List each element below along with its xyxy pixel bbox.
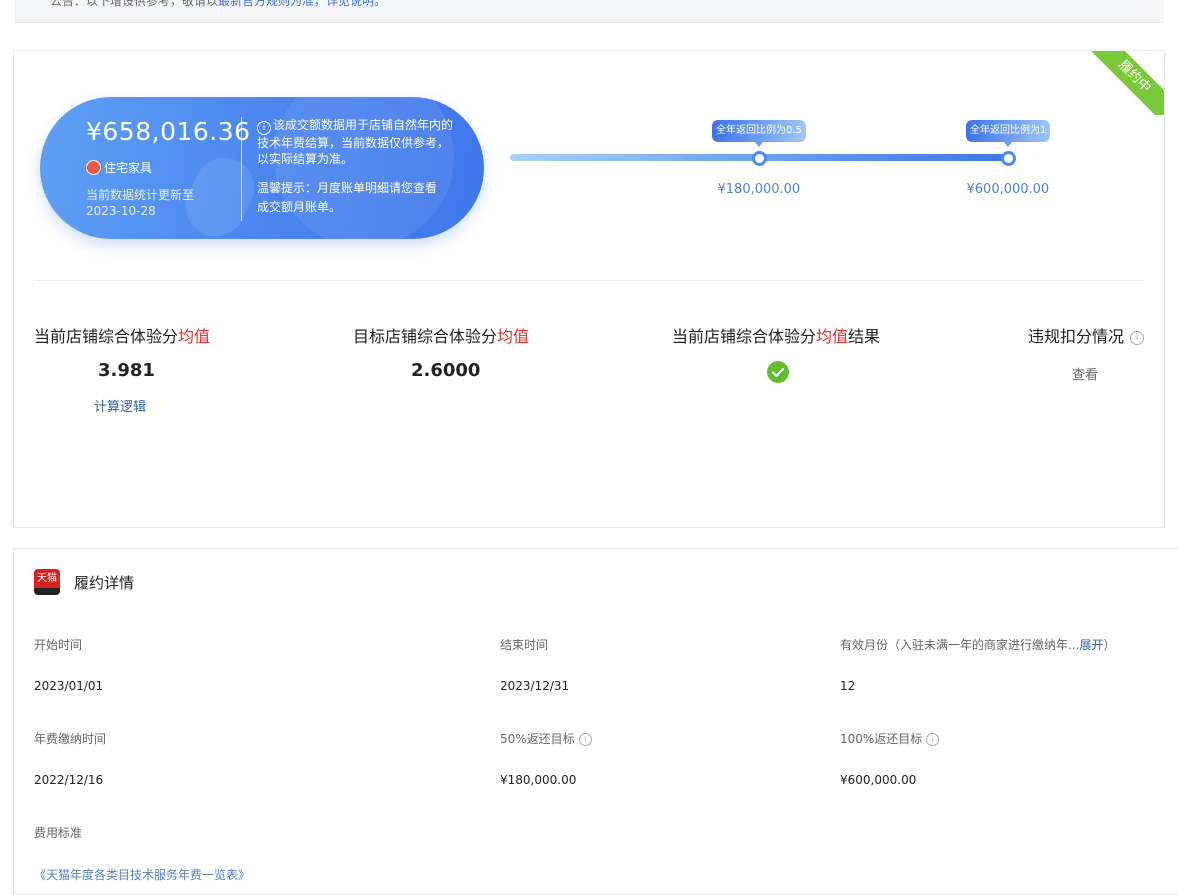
violation-label-text: 违规扣分情况 [1028, 327, 1125, 346]
tip-note: 温馨提示：月度账单明细请您查看成交额月账单。 [257, 181, 438, 214]
current-score-value: 3.981 [98, 360, 155, 381]
start-time-value: 2023/01/01 [34, 679, 104, 693]
end-time-value: 2023/12/31 [500, 679, 570, 693]
target-score-label: 目标店铺综合体验分均值 [353, 323, 529, 347]
turnover-pill: ¥658,016.36 住宅家具 当前数据统计更新至 2023-10-28 i该… [40, 97, 484, 239]
updated-date: 2023-10-28 [86, 204, 156, 218]
fee-paid-time-label: 年费缴纳时间 [34, 732, 107, 746]
expand-link[interactable]: 展开 [1079, 638, 1103, 652]
logo-bottom [34, 588, 60, 595]
result-label: 当前店铺综合体验分均值结果 [672, 323, 880, 347]
target-score-value: 2.6000 [411, 360, 481, 381]
milestone-value-1: ¥180,000.00 [717, 182, 801, 197]
avg-highlight: 均值 [178, 327, 211, 346]
milestone-tag-2: 全年返回比例为1 [966, 120, 1051, 147]
info-icon[interactable]: i [1130, 331, 1145, 345]
tmall-logo: 天猫 [34, 569, 60, 595]
target-50-label-text: 50%返还目标 [500, 732, 575, 746]
violation-label: 违规扣分情况 i [1028, 323, 1145, 347]
updated-info: 当前数据统计更新至 2023-10-28 [86, 187, 194, 219]
fee-standard-link[interactable]: 《天猫年度各类目技术服务年费一览表》 [34, 866, 250, 883]
turnover-note-text: 该成交额数据用于店铺自然年内的技术年费结算，当前数据仅供参考，以实际结算为准。 [257, 118, 454, 166]
view-violation-link[interactable]: 查看 [1072, 364, 1098, 383]
valid-months-label-text: 有效月份（入驻未满一年的商家进行缴纳年... [840, 638, 1080, 652]
target-50-label: 50%返还目标 i [500, 730, 592, 747]
tag-arrow [754, 142, 763, 147]
contract-detail-card: 天猫 履约详情 开始时间 2023/01/01 结束时间 2023/12/31 … [13, 548, 1178, 895]
milestone-tag-1: 全年返回比例为0.5 [712, 120, 806, 147]
status-ribbon-text: 履约中 [1083, 51, 1164, 115]
target-score-label-text: 目标店铺综合体验分 [353, 327, 498, 346]
info-icon[interactable]: i [578, 733, 592, 746]
current-score-label-text: 当前店铺综合体验分 [34, 327, 179, 346]
updated-label: 当前数据统计更新至 [86, 188, 195, 202]
category-badge: 住宅家具 [86, 159, 152, 176]
milestone-tag-1-text: 全年返回比例为0.5 [716, 125, 802, 136]
tmall-logo-text: 天猫 [37, 573, 57, 584]
start-time-label: 开始时间 [34, 638, 83, 652]
turnover-note: i 该成交额数据用于店铺自然年内的技术年费结算，当前数据仅供参考，以实际结算为准。 [257, 117, 457, 167]
tag-arrow [1004, 142, 1013, 147]
target-50-value: ¥180,000.00 [500, 773, 577, 787]
detail-section-title: 履约详情 [74, 574, 135, 592]
contract-summary-card: 履约中 ¥658,016.36 住宅家具 当前数据统计更新至 2023-10-2… [13, 50, 1165, 528]
pill-divider [241, 117, 242, 221]
info-icon: i [257, 121, 271, 135]
valid-months-value: 12 [840, 679, 856, 693]
avg-highlight: 均值 [497, 327, 530, 346]
status-ribbon: 履约中 [1080, 51, 1164, 115]
milestone-tag-2-text: 全年返回比例为1 [970, 125, 1047, 136]
target-100-value: ¥600,000.00 [840, 773, 917, 787]
current-score-label: 当前店铺综合体验分均值 [34, 323, 210, 347]
milestone-value-2: ¥600,000.00 [966, 182, 1050, 197]
result-suffix: 结果 [848, 327, 881, 346]
end-time-label: 结束时间 [500, 638, 549, 652]
check-icon [767, 361, 789, 383]
section-divider [34, 280, 1144, 281]
valid-months-label: 有效月份（入驻未满一年的商家进行缴纳年...展开） [840, 638, 1116, 652]
notice-text: 公告：以下增设供参考，敬请以最新官方规则为准，详见说明。 [50, 0, 386, 9]
category-icon [86, 160, 101, 175]
milestone-node-1 [752, 151, 767, 166]
notice-main-text: 公告：以下增设供参考，敬请以 [50, 0, 219, 8]
notice-link[interactable]: 最新官方规则为准，详见说明。 [218, 0, 386, 8]
result-label-text: 当前店铺综合体验分 [672, 327, 817, 346]
fee-paid-time-value: 2022/12/16 [34, 773, 104, 787]
avg-highlight: 均值 [816, 327, 849, 346]
top-notice-bar: 公告：以下增设供参考，敬请以最新官方规则为准，详见说明。 [14, 0, 1164, 23]
info-icon[interactable]: i [926, 733, 940, 746]
target-100-label-text: 100%返还目标 [840, 732, 923, 746]
fee-standard-label: 费用标准 [34, 826, 83, 840]
category-label: 住宅家具 [104, 161, 153, 175]
turnover-amount: ¥658,016.36 [86, 117, 251, 146]
target-100-label: 100%返还目标 i [840, 730, 940, 747]
milestone-node-2 [1001, 151, 1016, 166]
calc-logic-link[interactable]: 计算逻辑 [94, 396, 146, 415]
